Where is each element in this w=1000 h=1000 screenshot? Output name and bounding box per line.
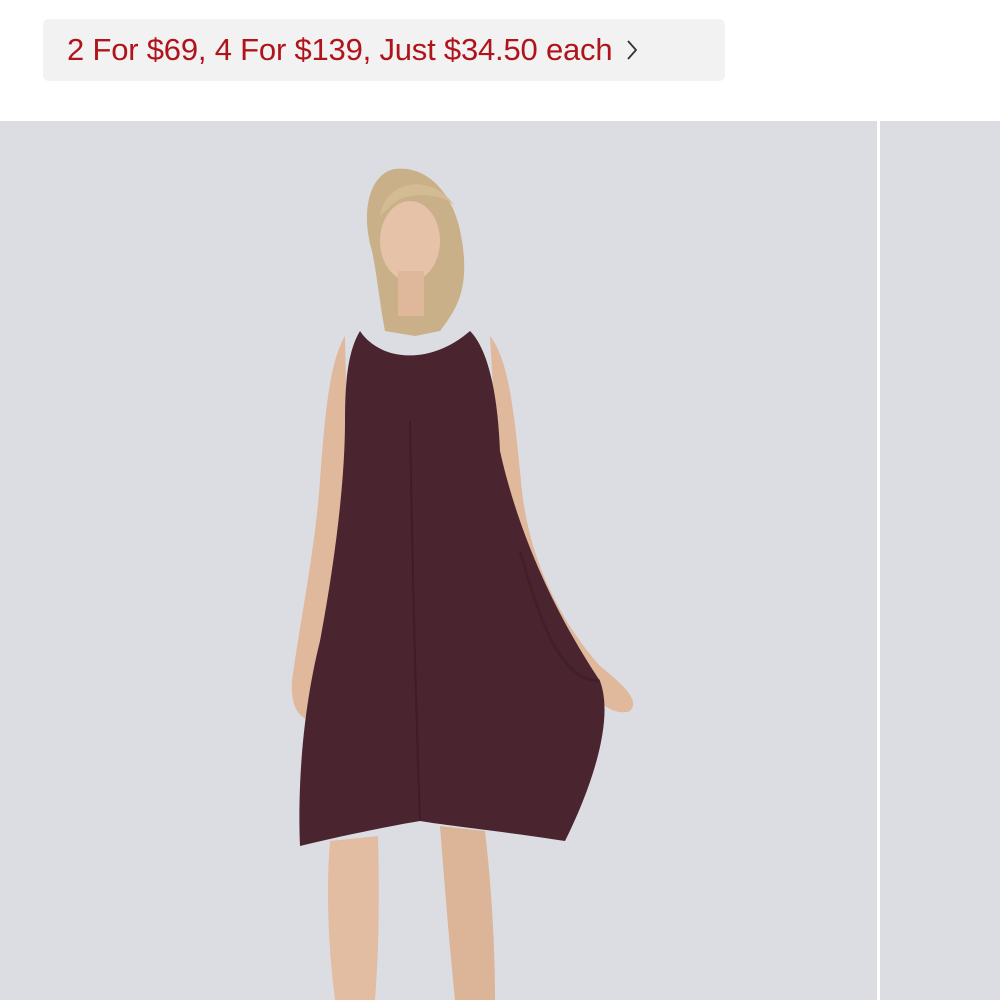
model-in-dress-illustration [291,168,634,1000]
product-image-gallery[interactable] [0,121,1000,1000]
promo-text: 2 For $69, 4 For $139, Just $34.50 each [67,32,613,67]
promo-banner[interactable]: 2 For $69, 4 For $139, Just $34.50 each [43,19,725,81]
chevron-right-icon [626,39,638,61]
product-photo-next[interactable] [880,121,1000,1000]
product-photo[interactable] [0,121,877,1000]
